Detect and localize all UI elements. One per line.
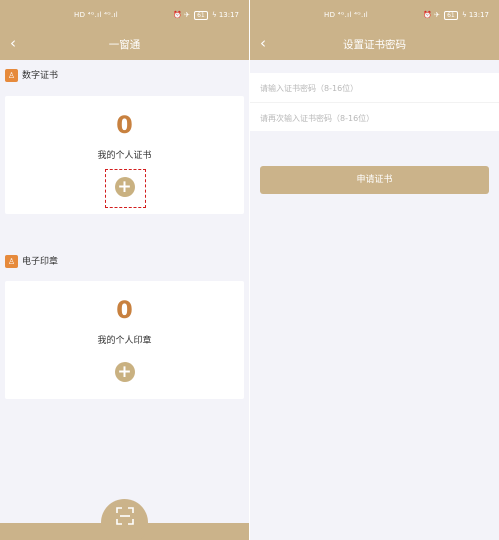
charging-icon-right: ϟ [461, 11, 467, 19]
alarm-airplane-icon: ⏰ ✈ [173, 11, 190, 19]
add-seal-button[interactable]: + [114, 362, 135, 382]
clock-right: 13:17 [468, 11, 489, 19]
status-bar-right: HD ⁴ᴳ.ıl ⁴ᴳ.ıl ⏰ ✈ 61 ϟ 13:17 [250, 9, 499, 23]
seal-label: 我的个人印章 [97, 336, 152, 346]
confirm-password-input[interactable] [260, 110, 488, 126]
certificate-icon: ♙ [5, 69, 18, 82]
battery-icon-right: 61 [444, 11, 458, 20]
password-input[interactable] [260, 80, 488, 96]
status-right-right: ⏰ ✈ 61 ϟ 13:17 [423, 11, 489, 20]
seal-icon: ♙ [5, 255, 18, 268]
seal-section-title: ♙ 电子印章 [5, 255, 58, 269]
alarm-airplane-icon-right: ⏰ ✈ [423, 11, 440, 19]
certificate-label: 我的个人证书 [97, 151, 152, 161]
battery-icon: 61 [194, 11, 208, 20]
password-form [250, 73, 499, 131]
certificate-section-label: 数字证书 [22, 71, 59, 81]
confirm-row [250, 102, 499, 131]
charging-icon: ϟ [211, 11, 217, 19]
apply-certificate-button[interactable]: 申请证书 [260, 166, 489, 194]
scan-icon [116, 507, 134, 525]
set-password-screen: HD ⁴ᴳ.ıl ⁴ᴳ.ıl ⏰ ✈ 61 ϟ 13:17 ‹ 设置证书密码 申… [250, 0, 499, 540]
left-header: HD ⁴ᴳ.ıl ⁴ᴳ.ıl ⏰ ✈ 61 ϟ 13:17 ‹ 一窗通 [0, 0, 249, 60]
scan-button[interactable] [101, 499, 148, 540]
seal-card: 0 我的个人印章 + [5, 281, 244, 399]
seal-count: 0 [116, 296, 133, 324]
certificate-card: 0 我的个人证书 + [5, 96, 244, 214]
network-indicator: HD ⁴ᴳ.ıl ⁴ᴳ.ıl [74, 11, 118, 19]
certificate-section-title: ♙ 数字证书 [5, 69, 58, 83]
certificate-home-screen: HD ⁴ᴳ.ıl ⁴ᴳ.ıl ⏰ ✈ 61 ϟ 13:17 ‹ 一窗通 ♙ 数字证… [0, 0, 249, 540]
certificate-count: 0 [116, 111, 133, 139]
page-title-right: 设置证书密码 [343, 39, 406, 51]
network-indicator-right: HD ⁴ᴳ.ıl ⁴ᴳ.ıl [324, 11, 368, 19]
password-row [250, 73, 499, 102]
status-bar: HD ⁴ᴳ.ıl ⁴ᴳ.ıl ⏰ ✈ 61 ϟ 13:17 [0, 9, 249, 23]
right-header: HD ⁴ᴳ.ıl ⁴ᴳ.ıl ⏰ ✈ 61 ϟ 13:17 ‹ 设置证书密码 [250, 0, 499, 60]
add-certificate-button[interactable]: + [114, 177, 135, 197]
clock: 13:17 [218, 11, 239, 19]
page-title: 一窗通 [108, 39, 141, 51]
status-right: ⏰ ✈ 61 ϟ 13:17 [173, 11, 239, 20]
seal-section-label: 电子印章 [22, 257, 59, 267]
